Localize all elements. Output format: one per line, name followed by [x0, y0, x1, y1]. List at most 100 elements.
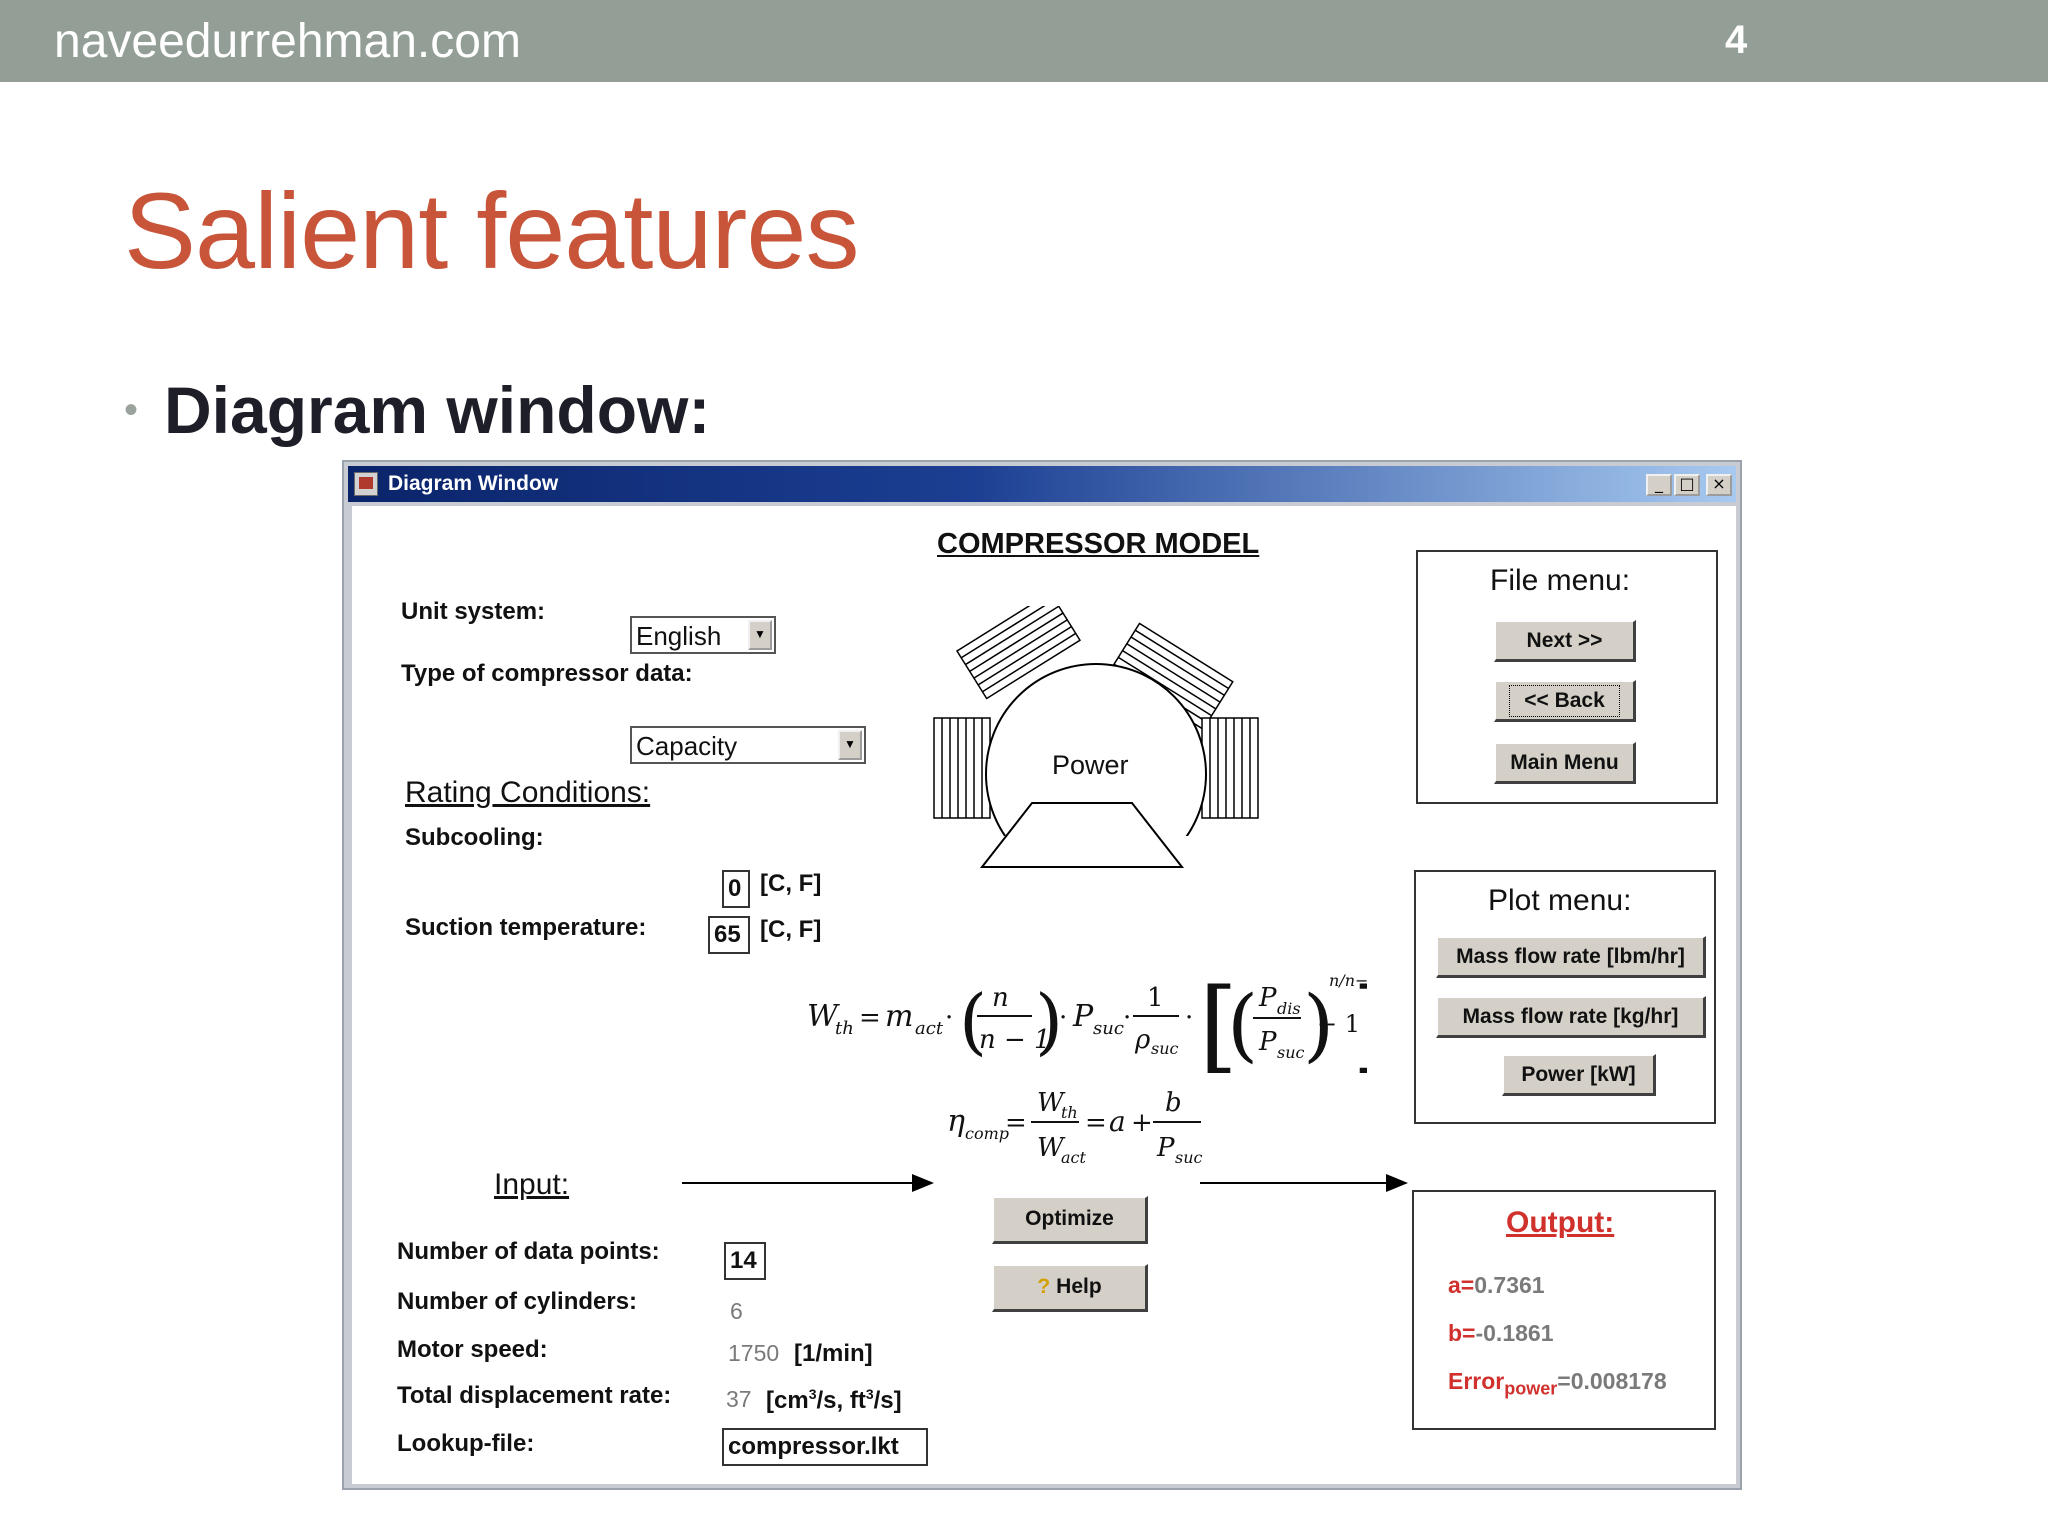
slide-title: Salient features — [124, 170, 859, 291]
svg-text:act: act — [915, 1018, 944, 1039]
output-b-value: -0.1861 — [1475, 1320, 1554, 1346]
svg-text:a: a — [1109, 1105, 1126, 1138]
cylinders-label: Number of cylinders: — [397, 1288, 638, 1315]
back-button[interactable]: << Back — [1494, 680, 1636, 722]
displacement-value: 37 — [726, 1386, 752, 1412]
svg-text:·: · — [945, 1003, 953, 1033]
svg-text:suc: suc — [1175, 1148, 1203, 1167]
arrow-right-icon — [1200, 1174, 1408, 1192]
svg-text:th: th — [1061, 1103, 1078, 1122]
back-button-label: << Back — [1509, 685, 1620, 717]
output-b: b=-0.1861 — [1448, 1320, 1554, 1347]
output-a-value: 0.7361 — [1474, 1272, 1545, 1298]
svg-text:=: = — [1005, 1108, 1027, 1138]
suction-temperature-unit: [C, F] — [760, 916, 822, 943]
svg-text:suc: suc — [1277, 1043, 1305, 1062]
svg-text:·: · — [1185, 1003, 1193, 1033]
output-frame: Output: a=0.7361 b=-0.1861 Errorpower=0.… — [1412, 1190, 1716, 1430]
svg-text:η: η — [947, 1104, 965, 1139]
svg-text:m: m — [885, 999, 913, 1034]
svg-text:·: · — [1123, 1003, 1131, 1033]
svg-text:ρ: ρ — [1134, 1025, 1151, 1055]
data-points-input[interactable]: 14 — [724, 1242, 766, 1280]
arrow-right-icon — [682, 1174, 934, 1192]
subcooling-unit: [C, F] — [760, 870, 822, 897]
svg-text:comp: comp — [965, 1124, 1009, 1143]
svg-text:P: P — [1156, 1133, 1175, 1163]
input-heading: Input: — [494, 1168, 570, 1201]
svg-text:n: n — [992, 983, 1009, 1013]
lookup-file-input[interactable]: compressor.lkt — [722, 1428, 928, 1466]
displacement-label: Total displacement rate: — [397, 1382, 672, 1409]
svg-text:+: + — [1131, 1108, 1153, 1138]
plot-menu-heading: Plot menu: — [1488, 884, 1632, 917]
cylinders-value: 6 — [730, 1298, 743, 1324]
diagram-power-label: Power — [1052, 750, 1129, 780]
window-titlebar[interactable]: Diagram Window _ □ × — [348, 466, 1736, 502]
site-name: naveedurrehman.com — [54, 15, 521, 68]
output-a: a=0.7361 — [1448, 1272, 1545, 1299]
svg-text:suc: suc — [1093, 1018, 1124, 1039]
svg-text:=: = — [1085, 1108, 1107, 1138]
page-number: 4 — [1725, 18, 1748, 62]
bullet-text: Diagram window: — [164, 373, 711, 447]
compressor-data-label: Type of compressor data: — [401, 660, 693, 687]
main-menu-button[interactable]: Main Menu — [1494, 742, 1636, 784]
bullet-dot: • — [124, 388, 139, 432]
displacement-unit: [cm3/s, ft3/s] — [766, 1386, 902, 1414]
output-error-value: =0.008178 — [1557, 1368, 1667, 1394]
motor-speed-label: Motor speed: — [397, 1336, 548, 1363]
suction-temperature-input[interactable]: 65 — [708, 916, 750, 954]
next-button[interactable]: Next >> — [1494, 620, 1636, 662]
lookup-file-label: Lookup-file: — [397, 1430, 535, 1457]
svg-text:P: P — [1258, 983, 1277, 1013]
motor-speed-value: 1750 — [728, 1340, 780, 1366]
help-button-label: Help — [1056, 1275, 1102, 1298]
motor-speed-unit: [1/min] — [794, 1340, 873, 1367]
dropdown-arrow-icon[interactable]: ▼ — [838, 730, 862, 760]
svg-text:th: th — [835, 1018, 854, 1039]
plot-menu-frame: Plot menu: Mass flow rate [lbm/hr] Mass … — [1414, 870, 1716, 1124]
maximize-icon[interactable]: □ — [1674, 474, 1700, 496]
output-error-label: Error — [1448, 1368, 1505, 1394]
svg-text:P: P — [1258, 1027, 1277, 1057]
close-icon[interactable]: × — [1706, 474, 1732, 496]
dropdown-arrow-icon[interactable]: ▼ — [748, 620, 772, 650]
svg-text:dis: dis — [1277, 999, 1301, 1018]
compressor-data-value: Capacity — [636, 731, 738, 761]
compressor-base — [979, 802, 1185, 868]
power-plot-button[interactable]: Power [kW] — [1502, 1054, 1656, 1096]
slide-header-bar: naveedurrehman.com 4 — [0, 0, 2048, 82]
rating-heading: Rating Conditions: — [405, 776, 651, 809]
unit-system-label: Unit system: — [401, 598, 546, 625]
diagram-window: Diagram Window _ □ × COMPRESSOR MODEL Un… — [342, 460, 1742, 1490]
output-a-label: a= — [1448, 1272, 1475, 1298]
subcooling-input[interactable]: 0 — [722, 870, 750, 908]
file-menu-frame: File menu: Next >> << Back Main Menu — [1416, 550, 1718, 804]
svg-text:b: b — [1165, 1088, 1182, 1118]
svg-text:=: = — [859, 1003, 881, 1033]
svg-text:P: P — [1072, 999, 1094, 1034]
svg-text:]: ] — [1352, 967, 1367, 1084]
mass-flow-lbm-button[interactable]: Mass flow rate [lbm/hr] — [1436, 936, 1706, 978]
window-client-area: COMPRESSOR MODEL Unit system: English ▼ … — [352, 506, 1736, 1484]
app-icon — [354, 472, 378, 496]
compressor-data-dropdown[interactable]: Capacity ▼ — [630, 726, 866, 764]
minimize-icon[interactable]: _ — [1646, 474, 1672, 496]
output-b-label: b= — [1448, 1320, 1476, 1346]
optimize-button[interactable]: Optimize — [992, 1196, 1148, 1244]
data-points-label: Number of data points: — [397, 1238, 660, 1265]
svg-text:·: · — [1059, 1003, 1067, 1033]
output-heading: Output: — [1506, 1206, 1615, 1239]
svg-text:act: act — [1061, 1148, 1087, 1167]
help-button[interactable]: ? Help — [992, 1264, 1148, 1312]
unit-system-value: English — [636, 621, 722, 651]
model-heading: COMPRESSOR MODEL — [937, 528, 1260, 560]
output-error: Errorpower=0.008178 — [1448, 1368, 1667, 1400]
output-error-sub: power — [1504, 1378, 1558, 1399]
mass-flow-kg-button[interactable]: Mass flow rate [kg/hr] — [1436, 996, 1706, 1038]
unit-system-dropdown[interactable]: English ▼ — [630, 616, 776, 654]
svg-text:1: 1 — [1147, 983, 1164, 1013]
equations-image: Wth = m act · ( n n − 1 ) · Psuc · 1 ρ suc… — [807, 967, 1367, 1167]
help-question-icon: ? — [1037, 1275, 1051, 1298]
